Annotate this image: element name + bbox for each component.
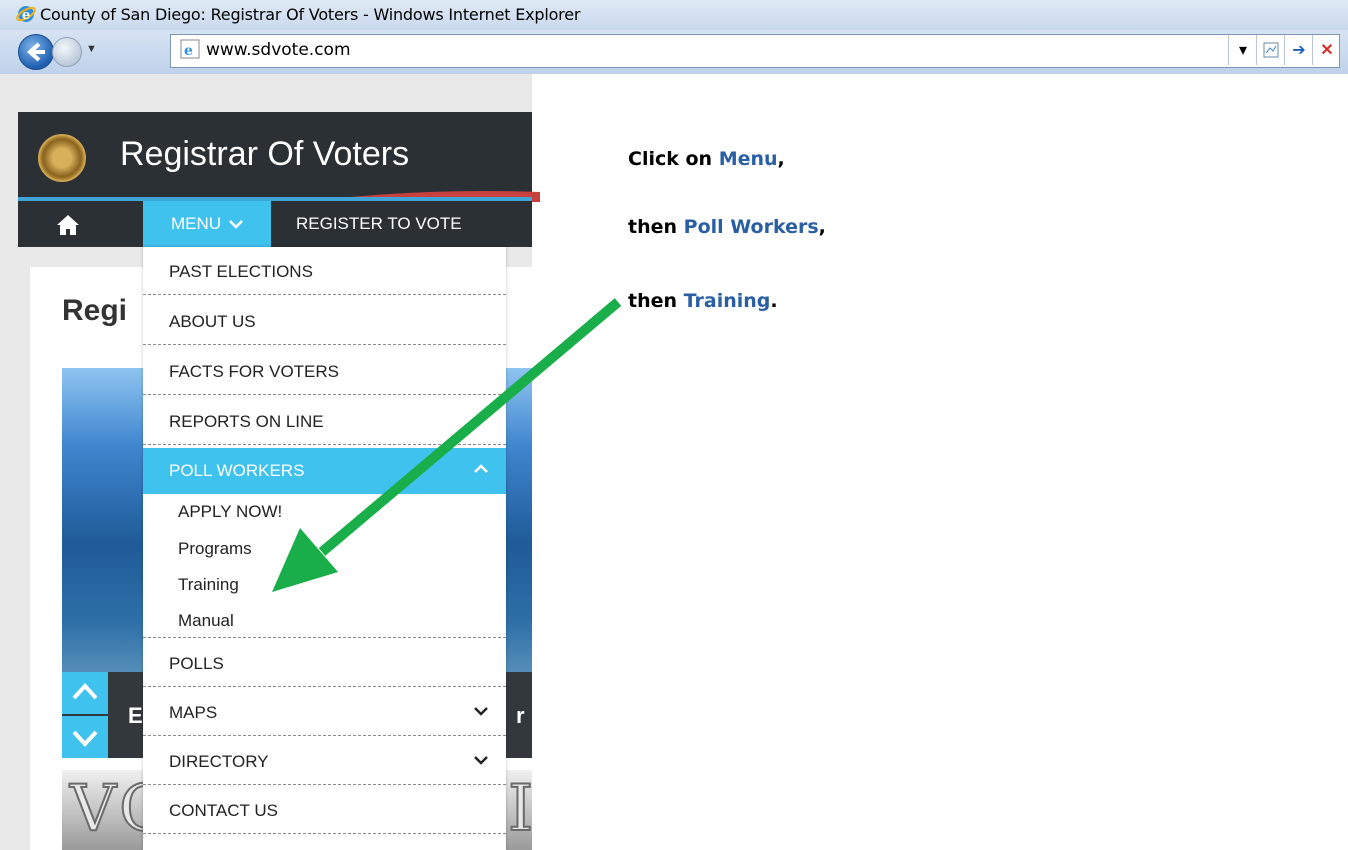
window-title: County of San Diego: Registrar Of Voters… — [40, 5, 581, 24]
menu-item-about-us[interactable]: ABOUT US — [143, 299, 506, 345]
menu-item-maps[interactable]: MAPS — [143, 690, 506, 736]
menu-item-label: REPORTS ON LINE — [169, 412, 324, 431]
back-arrow-icon — [26, 42, 45, 62]
instruction-text: then — [628, 216, 684, 238]
instruction-text: . — [770, 290, 778, 312]
menu-item-label: POLLS — [169, 654, 224, 673]
menu-item-polls[interactable]: POLLS — [143, 641, 506, 687]
instruction-text: then — [628, 290, 684, 312]
chevron-down-icon — [229, 220, 243, 229]
go-arrow-icon[interactable]: ➔ — [1284, 35, 1313, 65]
url-text[interactable]: www.sdvote.com — [206, 40, 351, 60]
compatibility-view-icon[interactable] — [1256, 35, 1285, 65]
back-button[interactable] — [18, 34, 54, 70]
chevron-down-icon — [474, 707, 488, 716]
submenu-divider — [143, 592, 506, 638]
chevron-down-icon — [474, 756, 488, 765]
menu-item-reports-on-line[interactable]: REPORTS ON LINE — [143, 399, 506, 445]
site-brand[interactable]: Registrar Of Voters — [120, 135, 409, 174]
instruction-highlight: Poll Workers — [683, 216, 819, 238]
menu-item-label: ABOUT US — [169, 312, 256, 331]
menu-item-facts-for-voters[interactable]: FACTS FOR VOTERS — [143, 349, 506, 395]
menu-item-label: POLL WORKERS — [169, 461, 305, 480]
instruction-highlight: Training — [683, 290, 771, 312]
menu-item-contact-us[interactable]: CONTACT US — [143, 788, 506, 834]
internet-explorer-icon: e — [16, 6, 36, 23]
submenu-programs[interactable]: Programs — [178, 539, 252, 559]
instruction-text: , — [777, 148, 785, 170]
instruction-highlight: Menu — [718, 148, 778, 170]
menu-button[interactable]: MENU — [143, 201, 271, 247]
chevron-up-icon — [474, 464, 488, 473]
slider-down-button[interactable] — [62, 716, 108, 758]
register-to-vote-link[interactable]: REGISTER TO VOTE — [296, 214, 462, 234]
stop-icon[interactable]: ✕ — [1312, 35, 1341, 65]
menu-label: MENU — [170, 214, 222, 233]
menu-item-label: CONTACT US — [169, 801, 278, 820]
vote-banner-tail: I — [507, 771, 534, 847]
chevron-up-icon — [72, 683, 98, 700]
chevron-down-icon — [72, 730, 98, 747]
recent-pages-dropdown-icon[interactable]: ▼ — [86, 43, 97, 55]
page-title: Regi — [62, 294, 128, 327]
forward-button[interactable] — [52, 37, 82, 67]
svg-text:e: e — [22, 8, 30, 23]
home-icon[interactable] — [56, 214, 80, 236]
address-dropdown-icon[interactable]: ▾ — [1228, 35, 1257, 65]
instruction-step-2: then Poll Workers, — [628, 216, 826, 238]
submenu-apply-now[interactable]: APPLY NOW! — [178, 502, 282, 522]
instruction-step-3: then Training. — [628, 290, 778, 312]
menu-item-label: PAST ELECTIONS — [169, 262, 313, 281]
instruction-step-1: Click on Menu, — [628, 148, 785, 170]
instruction-text: , — [818, 216, 826, 238]
menu-item-past-elections[interactable]: PAST ELECTIONS — [143, 249, 506, 295]
page-icon: e — [180, 39, 200, 59]
slider-caption-end: r — [516, 703, 525, 728]
menu-item-directory[interactable]: DIRECTORY — [143, 739, 506, 785]
menu-item-label: MAPS — [169, 703, 218, 722]
svg-text:e: e — [184, 43, 193, 59]
slider-up-button[interactable] — [62, 672, 108, 714]
slider-caption-start: E — [128, 703, 143, 728]
menu-item-label: FACTS FOR VOTERS — [169, 362, 340, 381]
instruction-text: Click on — [628, 148, 719, 170]
county-seal-logo[interactable] — [38, 134, 86, 182]
menu-item-label: DIRECTORY — [169, 752, 269, 771]
menu-item-poll-workers[interactable]: POLL WORKERS — [143, 448, 506, 494]
